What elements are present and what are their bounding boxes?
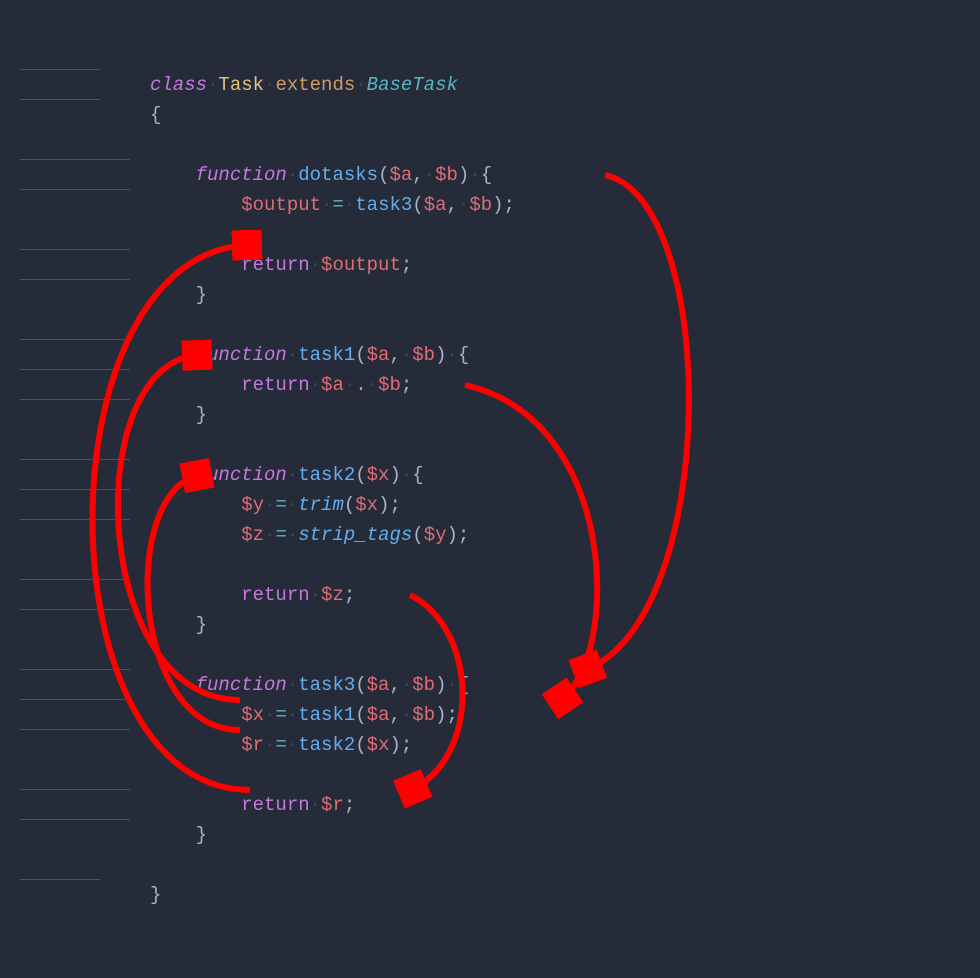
call-task2: task2 [298,734,355,756]
call-task1: task1 [298,704,355,726]
keyword-function: function [196,164,287,186]
keyword-extends: extends [275,74,355,96]
fn-dotasks: dotasks [298,164,378,186]
base-class: BaseTask [367,74,458,96]
call-task3: task3 [355,194,412,216]
fn-task1: task1 [298,344,355,366]
fn-task2: task2 [298,464,355,486]
code-block: class·Task·extends·BaseTask { function·d… [150,40,980,940]
keyword-class: class [150,74,207,96]
gutter [0,40,140,880]
keyword-return: return [241,254,309,276]
fn-task3: task3 [298,674,355,696]
class-name: Task [218,74,264,96]
code-editor: class·Task·extends·BaseTask { function·d… [0,0,980,940]
